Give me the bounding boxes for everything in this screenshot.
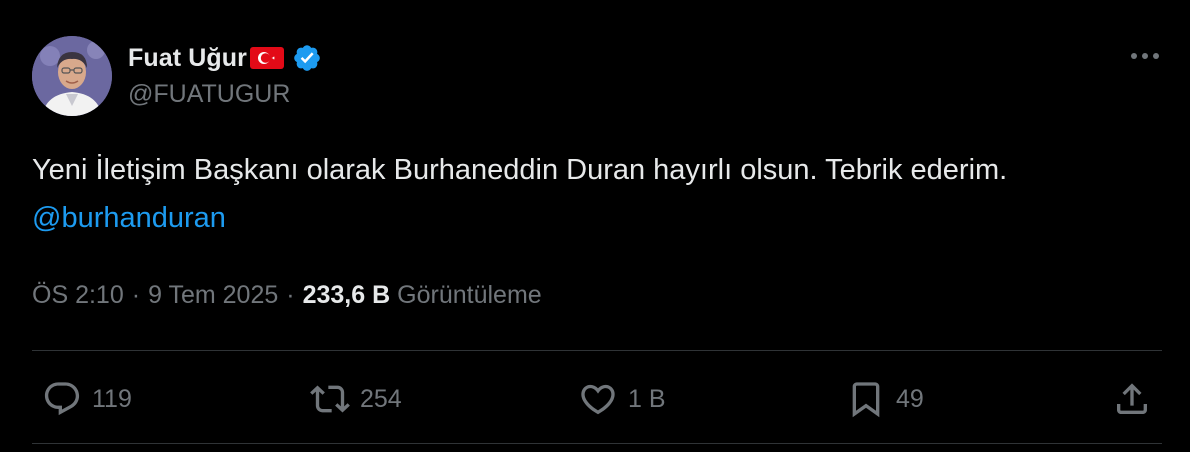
heart-icon (581, 384, 615, 415)
more-options-button[interactable] (1127, 42, 1163, 70)
reply-count: 119 (92, 384, 132, 413)
avatar[interactable] (32, 36, 112, 116)
user-handle[interactable]: @FUATUGUR (128, 80, 290, 109)
divider (32, 443, 1162, 444)
views-label: Görüntüleme (397, 280, 542, 309)
avatar-image (32, 36, 112, 116)
action-bar: 119 254 1 B 49 (32, 376, 1162, 422)
meta-separator: · (286, 280, 295, 309)
retweet-button[interactable]: 254 (310, 376, 402, 422)
mention-link[interactable]: @burhanduran (32, 202, 226, 234)
like-button[interactable]: 1 B (578, 376, 666, 422)
reply-icon (44, 382, 80, 416)
bookmark-count: 49 (896, 384, 924, 413)
bookmark-button[interactable]: 49 (846, 376, 924, 422)
views-count: 233,6 B (302, 280, 391, 309)
reply-button[interactable]: 119 (42, 376, 132, 422)
retweet-icon (310, 385, 350, 413)
tweet-time[interactable]: ÖS 2:10 (32, 281, 124, 310)
retweet-count: 254 (360, 384, 402, 413)
share-icon (1117, 383, 1147, 414)
divider (32, 350, 1162, 351)
more-dots-icon (1131, 53, 1159, 59)
bookmark-icon (852, 382, 880, 418)
tweet-meta: ÖS 2:10 · 9 Tem 2025 · 233,6 B Görüntüle… (32, 278, 542, 312)
tweet-text-body: Yeni İletişim Başkanı olarak Burhaneddin… (32, 154, 1008, 186)
name-row: Fuat Uğur (128, 40, 322, 76)
verified-badge-icon[interactable] (292, 43, 322, 73)
tweet-card: Fuat Uğur @FUATUGUR Yeni İletişim Başkan… (0, 0, 1190, 452)
tweet-text: Yeni İletişim Başkanı olarak Burhaneddin… (32, 146, 1152, 242)
meta-separator: · (131, 280, 141, 309)
share-button[interactable] (1112, 376, 1152, 422)
like-count: 1 B (628, 384, 666, 413)
display-name[interactable]: Fuat Uğur (128, 44, 247, 73)
tweet-date[interactable]: 9 Tem 2025 (148, 281, 278, 310)
turkey-flag-icon (249, 47, 284, 69)
